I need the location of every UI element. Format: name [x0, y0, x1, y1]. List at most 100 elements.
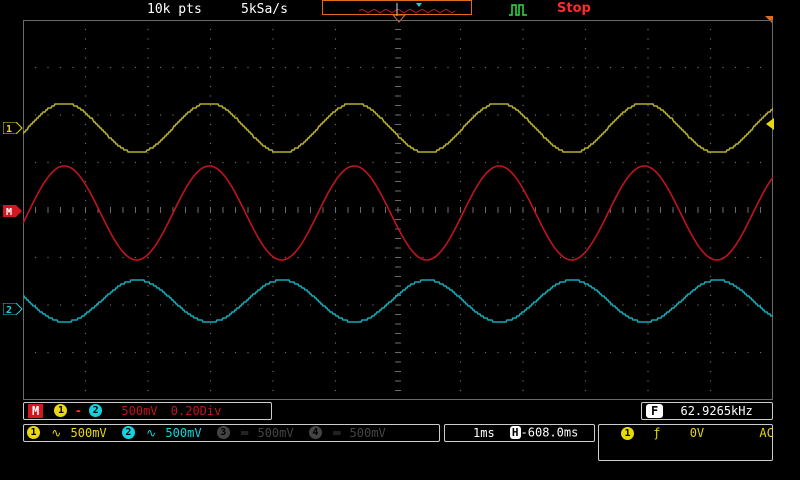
ch3-setting-icon: 3: [216, 426, 230, 439]
grid-dot: [384, 351, 387, 354]
grid-dot: [509, 161, 512, 164]
grid-dot: [522, 323, 524, 325]
waveform-display[interactable]: [23, 20, 773, 400]
grid-dot: [734, 66, 737, 69]
grid-dot: [459, 152, 462, 154]
grid-dot: [84, 332, 87, 335]
grid-dot: [84, 171, 87, 173]
grid-dot: [634, 114, 637, 116]
grid-dot: [709, 114, 712, 116]
ch4-setting[interactable]: 4 ═ 500mV: [301, 425, 386, 440]
grid-dot: [272, 342, 274, 344]
ch1-setting[interactable]: 1 ∿ 500mV: [24, 425, 114, 440]
grid-dot: [522, 38, 524, 40]
grid-dot: [709, 123, 712, 126]
grid-dot: [147, 361, 149, 363]
grid-dot: [59, 304, 62, 306]
math-info-bar[interactable]: M 1 - 2 500mV 0.20Div: [23, 402, 272, 420]
top-status-bar: 10k pts 5kSa/s Stop: [0, 0, 800, 24]
grid-dot: [647, 218, 649, 221]
grid-dot: [584, 180, 587, 183]
grid-dot: [697, 256, 699, 259]
grid-dot: [47, 304, 49, 306]
grid-dot: [459, 370, 462, 373]
grid-dot: [209, 199, 212, 202]
grid-dot: [209, 399, 212, 400]
grid-dot: [272, 180, 274, 183]
grid-dot: [172, 351, 174, 354]
grid-dot: [584, 28, 587, 31]
trigger-bar[interactable]: 1 ƒ 0V AC: [598, 424, 774, 461]
grid-dot: [709, 85, 712, 88]
grid-dot: [197, 351, 199, 354]
grid-dot: [709, 57, 712, 59]
trigger-source-icon: 1: [621, 427, 634, 440]
grid-dot: [647, 380, 649, 382]
grid-dot: [209, 285, 212, 287]
grid-dot: [197, 256, 199, 259]
grid-dot: [409, 256, 412, 259]
grid-dot: [272, 66, 274, 69]
grid-dot: [709, 361, 712, 363]
grid-dot: [84, 47, 87, 50]
ch1-marker[interactable]: 1: [2, 119, 23, 138]
grid-dot: [209, 380, 212, 382]
grid-dot: [659, 351, 662, 354]
grid-dot: [697, 161, 699, 164]
grid-dot: [234, 256, 237, 259]
ch3-setting[interactable]: 3 ═ 500mV: [209, 425, 301, 440]
grid-dot: [734, 161, 737, 164]
grid-dot: [459, 38, 462, 40]
grid-dot: [272, 275, 274, 278]
grid-dot: [697, 351, 699, 354]
grid-dot: [359, 304, 362, 306]
grid-dot: [147, 161, 149, 164]
grid-dot: [197, 304, 199, 306]
grid-dot: [147, 218, 149, 221]
grid-dot: [472, 66, 474, 69]
grid-dot: [572, 114, 574, 116]
grid-dot: [122, 304, 124, 306]
math-offset: 0.20Div: [170, 403, 222, 418]
grid-dot: [647, 152, 649, 154]
grid-dot: [322, 256, 324, 259]
grid-dot: [747, 304, 749, 306]
grid-dot: [297, 256, 299, 259]
math-marker[interactable]: M: [3, 202, 23, 221]
frequency-counter[interactable]: F 62.9265kHz: [641, 402, 773, 420]
grid-dot: [222, 304, 224, 306]
timebase-bar[interactable]: 1ms H -608.0ms: [444, 424, 595, 442]
grid-dot: [59, 161, 62, 164]
grid-dot: [772, 114, 773, 116]
trigger-level-marker-icon[interactable]: [765, 118, 774, 130]
grid-dot: [272, 247, 274, 249]
grid-dot: [84, 199, 87, 202]
grid-dot: [584, 152, 587, 154]
grid-dot: [347, 66, 349, 69]
grid-dot: [509, 66, 512, 69]
grid-dot: [597, 351, 599, 354]
frequency-label: F: [646, 403, 664, 418]
grid-dot: [459, 247, 462, 249]
grid-dot: [722, 351, 724, 354]
grid-dot: [447, 161, 449, 164]
grid-dot: [334, 266, 337, 268]
grid-dot: [647, 104, 649, 107]
grid-dot: [584, 256, 587, 259]
grid-dot: [147, 20, 149, 21]
grid-dot: [459, 266, 462, 268]
grid-dot: [84, 389, 87, 392]
grid-dot: [334, 237, 337, 240]
waveform-overview[interactable]: [322, 0, 472, 16]
grid-dot: [309, 256, 312, 259]
ch2-setting[interactable]: 2 ∿ 500mV: [114, 425, 209, 440]
grid-dot: [334, 85, 337, 88]
grid-dot: [584, 370, 587, 373]
grid-dot: [647, 133, 649, 135]
ch2-marker[interactable]: 2: [2, 300, 23, 319]
grid-dot: [709, 313, 712, 316]
grid-dot: [334, 20, 337, 21]
grid-dot: [522, 380, 524, 382]
grid-dot: [597, 161, 599, 164]
run-state-label[interactable]: Stop: [557, 1, 591, 16]
